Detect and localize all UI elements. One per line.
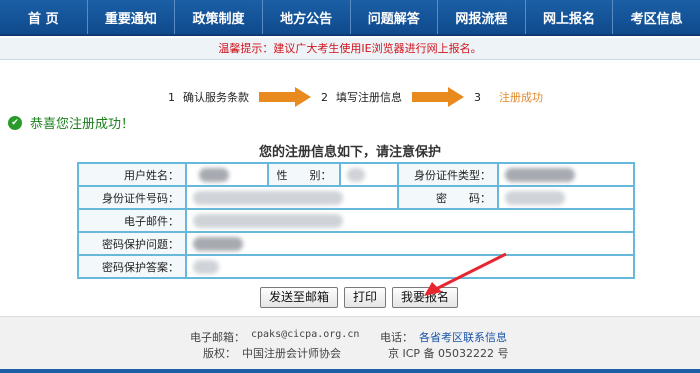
name-label: 用户姓名： xyxy=(77,162,187,187)
footer-phone: 电话： 各省考区联系信息 xyxy=(380,329,507,345)
nav-local-announcements[interactable]: 地方公告 xyxy=(263,0,351,34)
step-1-label: 确认服务条款 xyxy=(183,91,249,104)
section-title: 您的注册信息如下，请注意保护 xyxy=(258,145,441,160)
send-to-email-button[interactable]: 发送至邮箱 xyxy=(260,287,339,308)
step-2-label: 填写注册信息 xyxy=(336,91,402,104)
nav-process[interactable]: 网报流程 xyxy=(438,0,526,34)
table-row: 用户姓名： 性 别： 身份证件类型： xyxy=(77,162,635,187)
success-message: ✔ 恭喜您注册成功！ xyxy=(8,113,134,132)
security-question-value xyxy=(185,231,635,256)
red-arrow-pointer-icon xyxy=(424,252,507,296)
contact-info-link[interactable]: 各省考区联系信息 xyxy=(419,329,507,345)
id-type-label: 身份证件类型： xyxy=(397,162,499,187)
id-number-value xyxy=(185,185,399,210)
progress-steps: 1 确认服务条款 2 填写注册信息 3 注册成功 xyxy=(168,86,543,108)
nav-policies[interactable]: 政策制度 xyxy=(175,0,263,34)
step-2-number: 2 xyxy=(321,90,328,104)
footer-bar xyxy=(0,369,700,373)
security-answer-label: 密码保护答案： xyxy=(77,254,187,279)
footer-copyright-label: 版权： xyxy=(203,347,236,360)
step-arrow-icon xyxy=(259,87,311,107)
success-text: 恭喜您注册成功！ xyxy=(30,117,135,132)
page: { "nav": { "items": ["首 页", "重要通知", "政策制… xyxy=(0,0,700,373)
email-label: 电子邮件： xyxy=(77,208,187,233)
footer-email: 电子邮箱： cpaks@cicpa.org.cn xyxy=(190,329,359,345)
id-number-label: 身份证件号码： xyxy=(77,185,187,210)
name-value xyxy=(185,162,269,187)
footer-icp: 京 ICP 备 05032222 号 xyxy=(388,345,509,361)
step-3-label: 注册成功 xyxy=(499,91,543,104)
top-nav: 首 页 重要通知 政策制度 地方公告 问题解答 网报流程 网上报名 考区信息 xyxy=(0,0,700,36)
nav-notices[interactable]: 重要通知 xyxy=(88,0,176,34)
footer-copyright-value: 中国注册会计师协会 xyxy=(242,347,341,360)
table-row: 电子邮件： xyxy=(77,208,635,233)
nav-home[interactable]: 首 页 xyxy=(0,0,88,34)
table-row: 密码保护问题： xyxy=(77,231,635,256)
check-icon: ✔ xyxy=(8,115,22,130)
table-row: 身份证件号码： 密 码： xyxy=(77,185,635,210)
footer-email-value: cpaks@cicpa.org.cn xyxy=(251,329,360,340)
footer: 电子邮箱： cpaks@cicpa.org.cn 电话： 各省考区联系信息 版权… xyxy=(0,316,700,373)
icp-number: 京 ICP 备 05032222 号 xyxy=(388,347,509,360)
email-value xyxy=(185,208,635,233)
nav-exam-area-info[interactable]: 考区信息 xyxy=(613,0,700,34)
registration-info-table: 用户姓名： 性 别： 身份证件类型： 身份证件号码： 密 码： 电子邮件： 密码… xyxy=(77,162,635,279)
footer-copyright: 版权： 中国注册会计师协会 xyxy=(203,345,341,361)
print-button[interactable]: 打印 xyxy=(344,287,387,308)
security-question-label: 密码保护问题： xyxy=(77,231,187,256)
footer-phone-label: 电话： xyxy=(380,331,413,344)
step-3-number: 3 xyxy=(474,90,481,104)
table-row: 密码保护答案： xyxy=(77,254,635,279)
step-arrow-icon xyxy=(412,87,464,107)
nav-online-registration[interactable]: 网上报名 xyxy=(526,0,614,34)
step-1-number: 1 xyxy=(168,90,175,104)
password-label: 密 码： xyxy=(397,185,499,210)
password-value xyxy=(497,185,635,210)
id-type-value xyxy=(497,162,635,187)
security-answer-value xyxy=(185,254,635,279)
gender-value xyxy=(339,162,399,187)
browser-notice: 温馨提示：建议广大考生使用IE浏览器进行网上报名。 xyxy=(0,38,700,60)
nav-faq[interactable]: 问题解答 xyxy=(351,0,439,34)
footer-email-label: 电子邮箱： xyxy=(190,331,245,344)
gender-label: 性 别： xyxy=(267,162,341,187)
